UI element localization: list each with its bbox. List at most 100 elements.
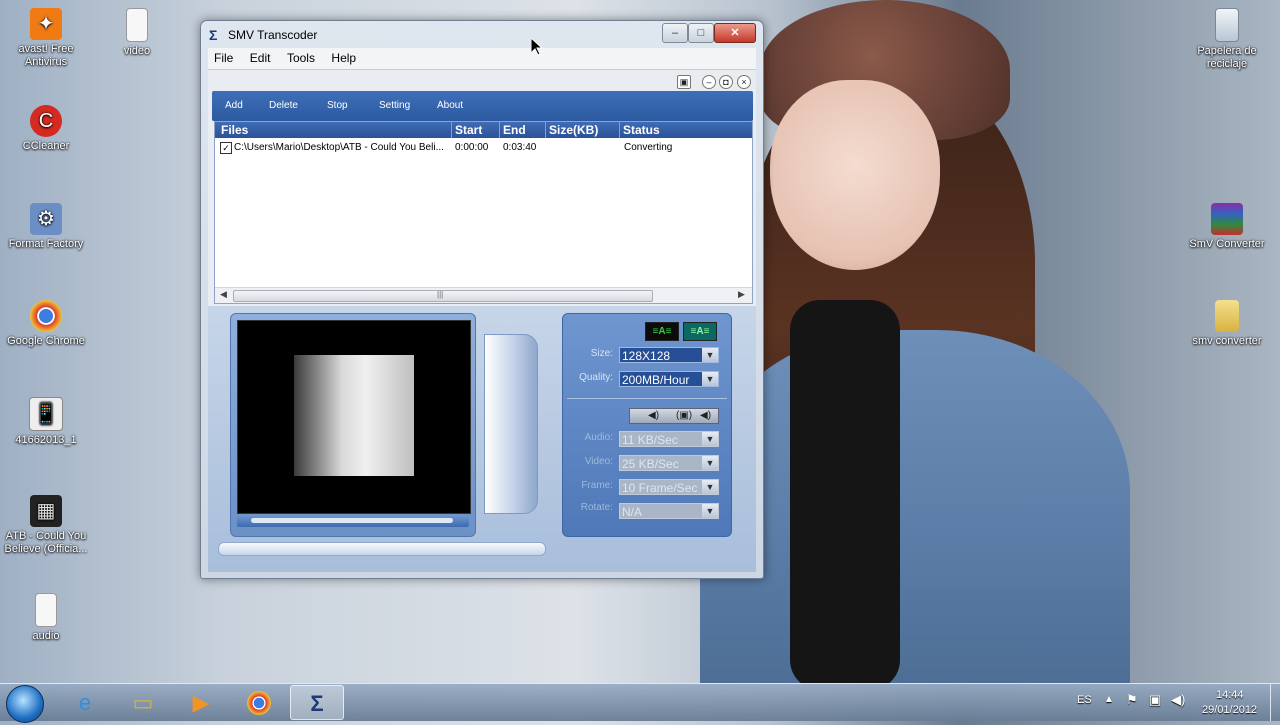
column-end[interactable]: End [503,123,526,137]
desktop-icon-label: Format Factory [8,238,84,250]
row-checkbox[interactable]: ✓ [220,142,232,154]
speaker-icon[interactable]: ◀) [648,409,659,423]
menu-tools[interactable]: Tools [281,48,321,65]
file-list[interactable]: Files Start End Size(KB) Status ✓ C:\Use… [214,121,753,304]
about-button[interactable]: About [437,100,463,111]
stop-button[interactable]: Stop [327,100,348,111]
setting-button[interactable]: Setting [379,100,410,111]
add-button[interactable]: Add [225,100,243,111]
rotate-select[interactable]: N/A ▼ [619,503,719,519]
speaker-balance-icon[interactable]: (▣) [676,409,692,423]
network-icon[interactable]: ▣ [1149,692,1161,708]
desktop-icon-recycle-bin[interactable]: Papelera de reciclaje [1184,8,1270,71]
settings-divider [567,398,727,399]
desktop-icon-image[interactable]: 📱 41662013_1 [3,397,89,447]
menu-edit[interactable]: Edit [244,48,277,65]
file-explorer-icon[interactable]: ▭ [116,685,170,720]
desktop-icon-avast[interactable]: ✦ avast! Free Antivirus [3,8,89,69]
clock-time[interactable]: 14:44 [1216,689,1244,701]
smv-app-icon: Σ [209,27,218,43]
chevron-down-icon[interactable]: ▼ [702,372,718,386]
child-close-icon[interactable]: × [737,75,751,89]
desktop-icon-label: SmV Converter [1189,238,1265,250]
desktop-icon-chrome[interactable]: Google Chrome [3,300,89,348]
desktop-icon-label: audio [32,630,60,642]
desktop-icon-format-factory[interactable]: ⚙ Format Factory [3,203,89,251]
mode-button-a-icon[interactable]: ≡A≡ [645,322,679,341]
desktop-icon-audio[interactable]: audio [3,593,89,643]
close-button[interactable]: ✕ [714,23,756,43]
video-select[interactable]: 25 KB/Sec ▼ [619,455,719,471]
desktop-icon-label: video [123,45,151,57]
desktop-icon-smv-converter[interactable]: SmV Converter [1184,203,1270,251]
seek-track[interactable] [251,518,453,523]
scroll-right-icon[interactable]: ▶ [738,289,745,300]
menu-help[interactable]: Help [325,48,362,65]
rotate-value: N/A [622,505,643,519]
desktop-icon-label: 41662013_1 [15,434,77,446]
size-label: Size: [590,348,613,359]
save-icon[interactable]: ▣ [677,75,691,89]
media-player-icon[interactable]: ▶ [174,685,228,720]
desktop-icon-ccleaner[interactable]: C CCleaner [3,105,89,153]
recycle-bin-icon [1215,8,1239,42]
horizontal-scrollbar[interactable]: ◀ ||| ▶ [215,287,752,303]
chrome-icon [30,300,62,332]
desktop-icon-atb-video[interactable]: ▦ ATB - Could You Believe (Officia... [3,495,89,556]
frame-select[interactable]: 10 Frame/Sec ▼ [619,479,719,495]
desktop-icon-label: ATB - Could You Believe (Officia... [4,530,88,555]
show-hidden-icons-icon[interactable]: ▲ [1104,694,1114,705]
conversion-progress-bar [218,542,546,556]
menu-bar: File Edit Tools Help [208,48,756,70]
column-files[interactable]: Files [221,123,248,137]
column-status[interactable]: Status [623,123,660,137]
volume-icon[interactable]: ◀) [1171,692,1185,708]
start-button-windows-icon[interactable] [6,685,44,723]
video-preview-screen [237,320,471,514]
chevron-down-icon[interactable]: ▼ [702,480,718,494]
column-start[interactable]: Start [455,123,482,137]
desktop-icon-label: avast! Free Antivirus [18,43,74,68]
clock-date[interactable]: 29/01/2012 [1202,704,1257,716]
mode-button-b-icon[interactable]: ≡A≡ [683,322,717,341]
window-titlebar[interactable]: Σ SMV Transcoder – □ ✕ [201,21,763,47]
audio-label: Audio: [584,432,613,443]
side-scroll-panel[interactable] [484,334,538,514]
scroll-left-icon[interactable]: ◀ [220,289,227,300]
winrar-icon [1211,203,1243,235]
action-center-flag-icon[interactable]: ⚑ [1126,692,1138,708]
speaker-right-icon[interactable]: ◀) [700,409,711,423]
chevron-down-icon[interactable]: ▼ [702,348,718,362]
size-select[interactable]: 128X128 ▼ [619,347,719,363]
desktop-icon-video[interactable]: video [94,8,180,58]
chevron-down-icon[interactable]: ▼ [702,432,718,446]
language-indicator[interactable]: ES [1077,694,1092,706]
minimize-button[interactable]: – [662,23,688,43]
smv-transcoder-window[interactable]: Σ SMV Transcoder – □ ✕ File Edit Tools H… [200,20,764,579]
frame-label: Frame: [581,480,613,491]
maximize-button[interactable]: □ [688,23,714,43]
internet-explorer-icon[interactable]: e [58,685,112,720]
child-minimize-icon[interactable]: – [702,75,716,89]
file-icon [126,8,148,42]
delete-button[interactable]: Delete [269,100,298,111]
chevron-down-icon[interactable]: ▼ [702,456,718,470]
show-desktop-button[interactable] [1270,684,1280,721]
video-value: 25 KB/Sec [622,457,679,471]
smv-transcoder-taskbar-icon[interactable]: Σ [290,685,344,720]
audio-select[interactable]: 11 KB/Sec ▼ [619,431,719,447]
window-client-area: ▣ – ◘ × Add Delete Stop Setting About Fi… [208,70,756,572]
chevron-down-icon[interactable]: ▼ [702,504,718,518]
menu-file[interactable]: File [208,48,239,65]
chrome-taskbar-icon[interactable] [232,685,286,720]
desktop-icon-smv-folder[interactable]: smv converter [1184,300,1270,348]
row-end: 0:03:40 [503,142,537,153]
audio-controls: ◀) (▣) ◀) [629,408,719,424]
seek-bar[interactable] [237,515,469,527]
column-size[interactable]: Size(KB) [549,123,598,137]
taskbar: e ▭ ▶ Σ ES ▲ ⚑ ▣ ◀) 14:44 29/01/2012 [0,683,1280,723]
child-restore-icon[interactable]: ◘ [719,75,733,89]
ccleaner-icon: C [30,105,62,137]
quality-select[interactable]: 200MB/Hour ▼ [619,371,719,387]
video-file-icon: ▦ [30,495,62,527]
